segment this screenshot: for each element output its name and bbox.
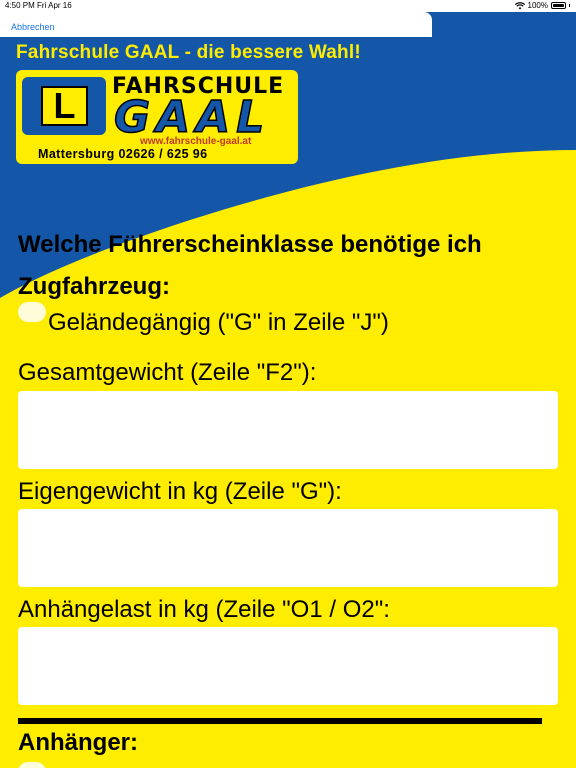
status-bar: 4:50 PM Fri Apr 16 100% (0, 0, 576, 12)
logo-website: www.fahrschule-gaal.at (140, 136, 252, 147)
cancel-button[interactable]: Abbrechen (11, 22, 55, 32)
battery-tip (569, 4, 570, 7)
trailer-section-title: Anhänger: (18, 729, 138, 756)
nav-bar: Abbrechen (0, 12, 432, 37)
total-weight-input[interactable] (18, 391, 558, 469)
own-weight-input[interactable] (18, 509, 558, 587)
logo-address: Mattersburg 02626 / 625 96 (38, 147, 208, 161)
logo-l-plate: L (22, 77, 106, 135)
logo-l-letter: L (41, 86, 88, 126)
header-tagline: Fahrschule GAAL - die bessere Wahl! (16, 42, 361, 63)
status-right: 100% (514, 1, 570, 10)
offroad-option[interactable]: Geländegängig ("G" in Zeile "J") (18, 300, 389, 337)
trailer-load-input[interactable] (18, 627, 558, 705)
own-weight-label: Eigengewicht in kg (Zeile "G"): (18, 478, 342, 505)
status-date: Fri Apr 16 (37, 1, 72, 10)
total-weight-label: Gesamtgewicht (Zeile "F2"): (18, 359, 317, 386)
section-divider (18, 718, 542, 724)
trailer-load-label: Anhängelast in kg (Zeile "O1 / O2": (18, 596, 390, 623)
offroad-label: Geländegängig ("G" in Zeile "J") (48, 309, 389, 336)
school-logo: L FAHRSCHULE GAAL www.fahrschule-gaal.at… (16, 70, 298, 164)
trailer-radio[interactable] (18, 762, 46, 768)
offroad-radio[interactable] (18, 302, 46, 322)
question-heading: Welche Führerscheinklasse benötige ich Z… (18, 231, 482, 300)
battery-percent: 100% (527, 1, 548, 10)
battery-icon (551, 2, 566, 9)
wifi-icon (514, 1, 525, 9)
status-time: 4:50 PM (5, 1, 35, 10)
